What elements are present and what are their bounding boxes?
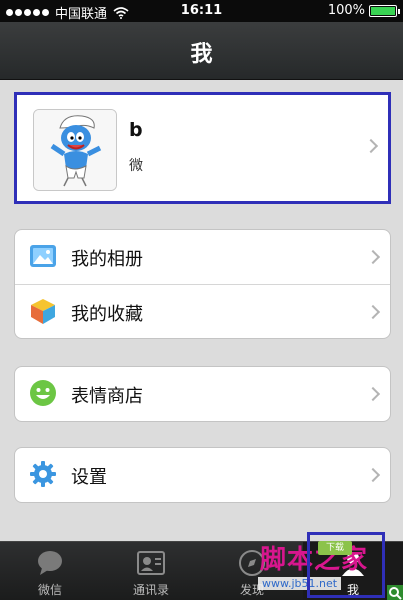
navigation-bar: 我: [0, 22, 403, 80]
profile-name: b: [129, 119, 143, 141]
search-icon: [387, 585, 403, 600]
menu-label-favorites: 我的收藏: [71, 304, 143, 325]
tab-chats[interactable]: 微信: [0, 542, 100, 600]
battery-level-fill: [371, 6, 395, 15]
tab-me-highlight: [307, 532, 385, 598]
menu-item-album[interactable]: 我的相册: [15, 230, 390, 284]
menu-group-stickers: 表情商店: [14, 366, 391, 422]
wechat-id-label: 微: [129, 158, 143, 174]
chevron-right-icon: [365, 249, 381, 265]
smurf-avatar-icon: [34, 110, 116, 190]
profile-card[interactable]: b 微: [14, 92, 391, 204]
smiley-icon: [30, 380, 56, 406]
menu-label-sticker-store: 表情商店: [71, 386, 143, 407]
tab-contacts[interactable]: 通讯录: [101, 542, 201, 600]
avatar[interactable]: [33, 109, 117, 191]
contacts-card-icon: [137, 551, 165, 575]
page-title: 我: [190, 42, 213, 67]
chevron-right-icon: [363, 138, 379, 154]
menu-label-album: 我的相册: [71, 249, 143, 270]
chat-bubble-icon: [38, 551, 62, 575]
battery-icon: [369, 4, 400, 17]
gear-icon: [30, 461, 56, 487]
menu-item-sticker-store[interactable]: 表情商店: [15, 367, 390, 421]
menu-group-settings: 设置: [14, 447, 391, 503]
chevron-right-icon: [365, 304, 381, 320]
battery-percent: 100%: [327, 3, 365, 18]
menu-group-personal: 我的相册 我的收藏: [14, 229, 391, 339]
menu-label-settings: 设置: [71, 467, 107, 488]
favorites-cube-icon: [31, 299, 55, 324]
chevron-right-icon: [365, 386, 381, 402]
status-right: 100%: [327, 3, 400, 18]
photo-album-icon: [30, 245, 56, 267]
chevron-right-icon: [365, 467, 381, 483]
tab-label-chats: 微信: [37, 583, 62, 597]
menu-item-favorites[interactable]: 我的收藏: [15, 284, 390, 338]
menu-item-settings[interactable]: 设置: [15, 448, 390, 502]
status-bar: 中国联通 16:11 100%: [0, 0, 403, 22]
tab-label-contacts: 通讯录: [132, 583, 169, 597]
